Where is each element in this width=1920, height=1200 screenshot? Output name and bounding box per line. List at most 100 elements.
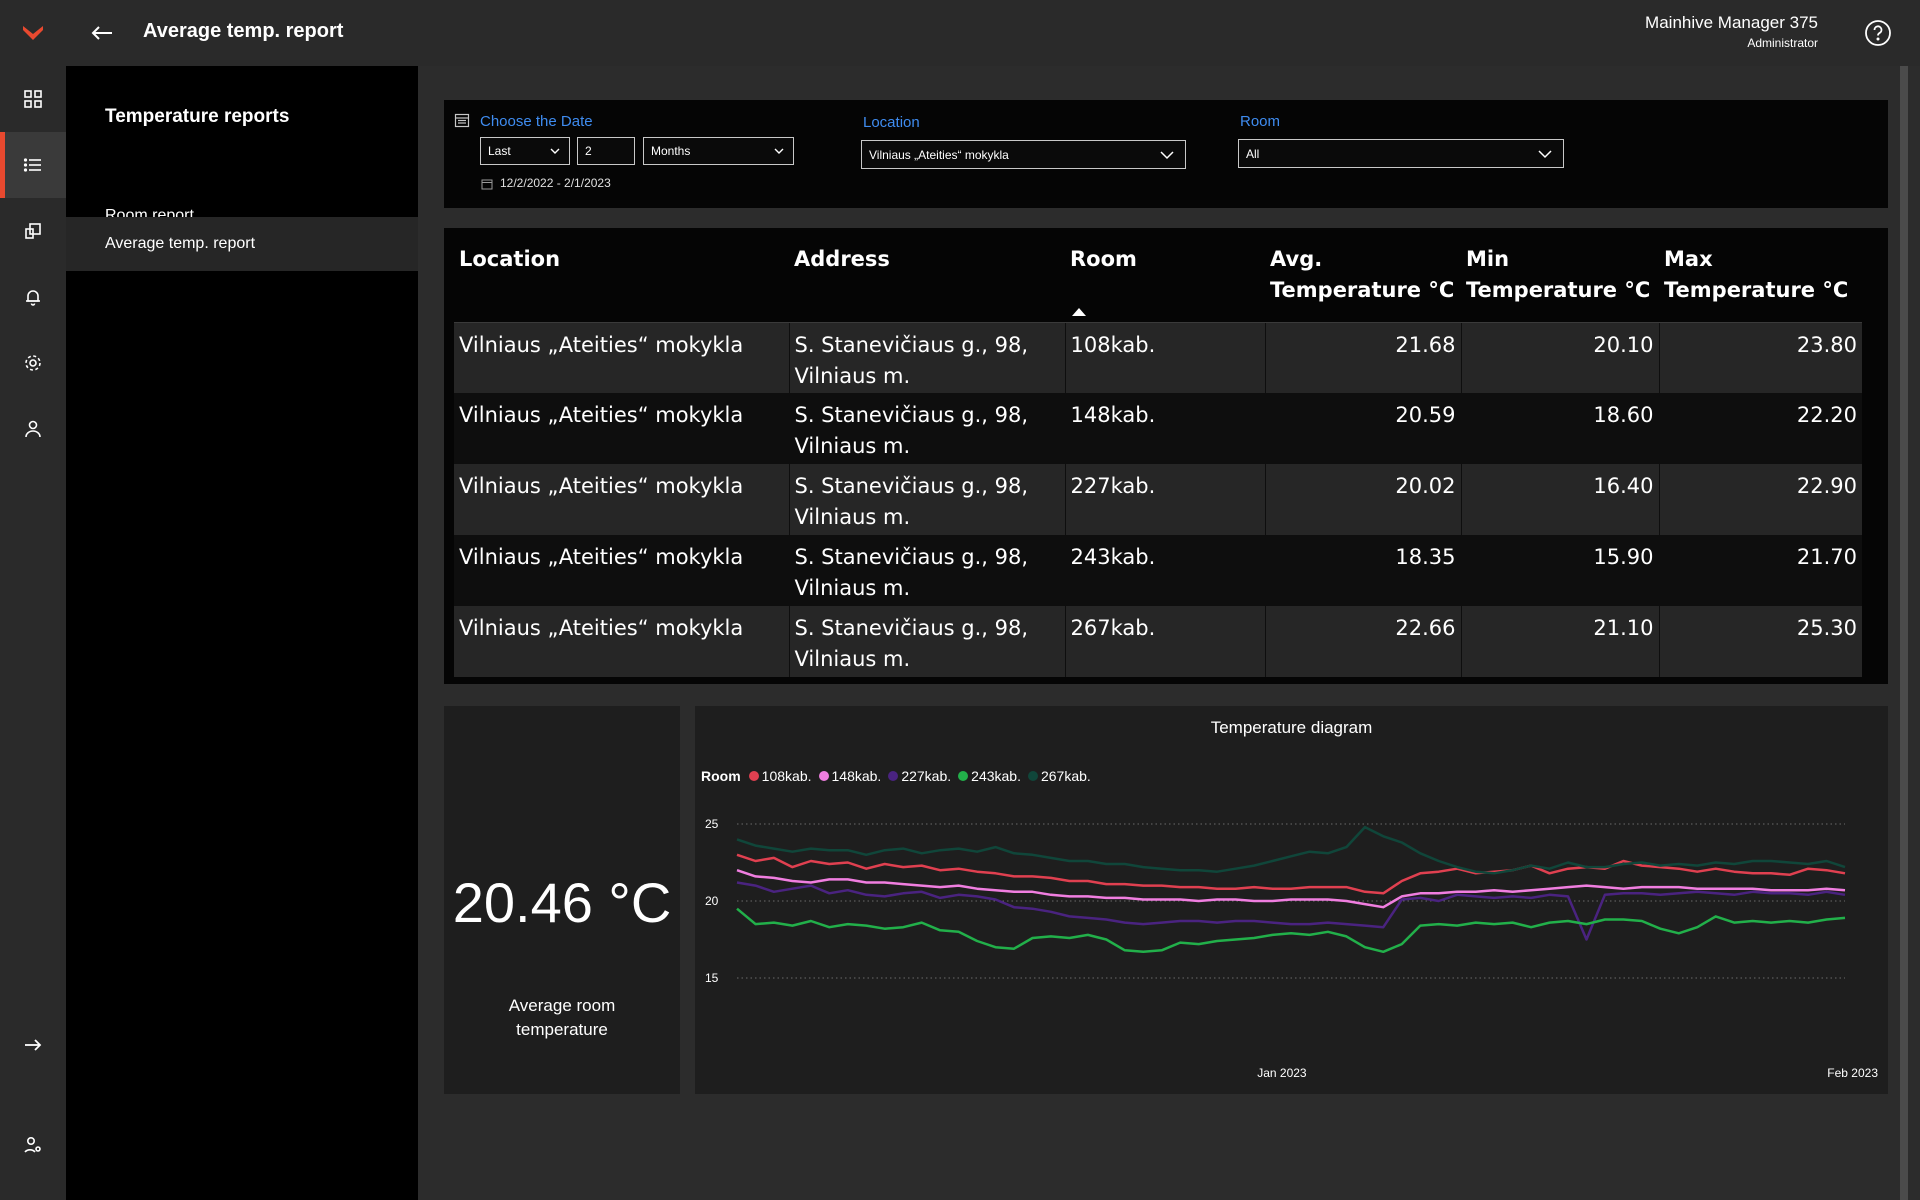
date-range-text: 12/2/2022 - 2/1/2023: [500, 176, 611, 190]
location-filter-label: Location: [863, 114, 920, 131]
cell-max-temp: 25.30: [1658, 606, 1862, 677]
legend-dot: [888, 771, 899, 781]
column-header-address[interactable]: Address: [789, 238, 1065, 323]
legend-dot: [958, 771, 969, 781]
column-header-location[interactable]: Location: [454, 238, 789, 323]
period-mode-select[interactable]: Last: [480, 137, 570, 165]
main-scrollbar[interactable]: [1900, 66, 1908, 1200]
cell-location: Vilniaus „Ateities“ mokykla: [454, 535, 789, 606]
y-tick-label: 25: [705, 817, 719, 831]
legend-label: 108kab.: [761, 768, 812, 784]
cell-room: 267kab.: [1064, 606, 1265, 677]
cell-location: Vilniaus „Ateities“ mokykla: [454, 464, 789, 535]
table-row[interactable]: Vilniaus „Ateities“ mokykla S. Staneviči…: [454, 535, 1862, 606]
date-range-icon: [481, 179, 493, 190]
dashboard-icon[interactable]: [0, 66, 66, 132]
period-unit-value: Months: [651, 144, 691, 158]
legend-item[interactable]: 148kab.: [818, 768, 881, 784]
top-bar: Average temp. report Mainhive Manager 37…: [66, 0, 1920, 66]
column-header-min-temp[interactable]: Min Temperature °C: [1461, 238, 1659, 323]
column-header-avg-temp[interactable]: Avg. Temperature °C: [1265, 238, 1461, 323]
cell-address: S. Stanevičiaus g., 98, Vilniaus m.: [788, 322, 1065, 393]
column-header-room-label: Room: [1070, 247, 1137, 271]
cell-avg-temp: 20.59: [1264, 393, 1461, 464]
cell-room: 148kab.: [1064, 393, 1265, 464]
y-tick-label: 15: [705, 971, 719, 985]
bell-icon[interactable]: [0, 264, 66, 330]
cell-max-temp: 23.80: [1658, 322, 1862, 393]
legend-label: 243kab.: [971, 768, 1021, 784]
period-count-value: 2: [585, 144, 592, 158]
period-mode-value: Last: [488, 144, 511, 158]
reports-list-icon[interactable]: [0, 132, 66, 198]
back-arrow-icon[interactable]: [86, 17, 118, 49]
cell-location: Vilniaus „Ateities“ mokykla: [454, 606, 789, 677]
table-row[interactable]: Vilniaus „Ateities“ mokykla S. Staneviči…: [454, 464, 1862, 535]
column-header-room[interactable]: Room: [1065, 238, 1265, 323]
room-select[interactable]: All: [1238, 139, 1564, 168]
cell-max-temp: 22.90: [1658, 464, 1862, 535]
sidebar-title: Temperature reports: [105, 106, 290, 127]
date-filter-label: Choose the Date: [480, 113, 593, 130]
location-select-value: Vilniaus „Ateities“ mokykla: [869, 147, 1009, 162]
legend-item[interactable]: 267kab.: [1027, 768, 1091, 784]
cell-address: S. Stanevičiaus g., 98, Vilniaus m.: [788, 393, 1065, 464]
cell-address: S. Stanevičiaus g., 98, Vilniaus m.: [788, 464, 1065, 535]
series-line-227kab[interactable]: [736, 881, 1846, 941]
period-unit-select[interactable]: Months: [643, 137, 794, 165]
cell-avg-temp: 21.68: [1264, 322, 1461, 393]
cell-avg-temp: 22.66: [1264, 606, 1461, 677]
y-tick-label: 20: [705, 894, 719, 908]
cell-room: 243kab.: [1064, 535, 1265, 606]
cell-room: 227kab.: [1064, 464, 1265, 535]
cell-max-temp: 22.20: [1658, 393, 1862, 464]
legend-title: Room: [701, 768, 741, 784]
table-row[interactable]: Vilniaus „Ateities“ mokykla S. Staneviči…: [454, 322, 1862, 393]
calendar-icon: [454, 113, 470, 128]
cell-location: Vilniaus „Ateities“ mokykla: [454, 322, 789, 393]
help-icon[interactable]: [1864, 19, 1892, 47]
sidebar-item-label: Average temp. report: [105, 235, 256, 252]
legend-dot: [748, 771, 759, 781]
legend-item[interactable]: 227kab.: [888, 768, 951, 784]
cell-avg-temp: 20.02: [1264, 464, 1461, 535]
chart-title: Temperature diagram: [1210, 718, 1373, 737]
chevron-down-icon: [1538, 150, 1552, 159]
expand-arrow-icon[interactable]: [0, 1012, 66, 1078]
reports-sidebar: Temperature reports Room report Average …: [66, 66, 418, 1200]
location-select[interactable]: Vilniaus „Ateities“ mokykla: [861, 140, 1186, 169]
user-icon[interactable]: [0, 396, 66, 462]
table-header-row: Location Address Room Avg. Temperature °…: [454, 238, 1862, 323]
table-row[interactable]: Vilniaus „Ateities“ mokykla S. Staneviči…: [454, 393, 1862, 464]
user-name[interactable]: Mainhive Manager 375: [1645, 13, 1818, 33]
period-count-input[interactable]: 2: [577, 137, 635, 165]
room-filter-label: Room: [1240, 113, 1281, 130]
cell-min-temp: 16.40: [1460, 464, 1659, 535]
cell-min-temp: 15.90: [1460, 535, 1659, 606]
legend-item[interactable]: 108kab.: [748, 768, 812, 784]
kpi-value: 20.46 °C: [452, 871, 672, 934]
kpi-label: Average room temperature: [508, 996, 616, 1039]
report-table: Location Address Room Avg. Temperature °…: [454, 238, 1862, 677]
legend-item[interactable]: 243kab.: [958, 768, 1021, 784]
legend-dot: [818, 771, 829, 781]
cell-min-temp: 18.60: [1460, 393, 1659, 464]
scrollbar-thumb[interactable]: [1900, 66, 1908, 1200]
cell-min-temp: 21.10: [1460, 606, 1659, 677]
sidebar-item-average-temp-report[interactable]: Average temp. report: [66, 217, 418, 271]
series-line-243kab[interactable]: [736, 907, 1846, 954]
legend-dot: [1027, 771, 1038, 781]
temperature-chart-card: 15 20 25 Jan 2023 Feb 2023 Temperature diagr…: [695, 706, 1888, 1094]
x-tick-label: Feb 2023: [1827, 1066, 1878, 1080]
chart-legend: Room 108kab. 148kab. 227kab. 243kab. 267…: [701, 768, 1098, 784]
devices-icon[interactable]: [0, 198, 66, 264]
logo-icon[interactable]: [0, 0, 66, 66]
table-row[interactable]: Vilniaus „Ateities“ mokykla S. Staneviči…: [454, 606, 1862, 677]
gear-icon[interactable]: [0, 330, 66, 396]
temperature-line-chart[interactable]: 15 20 25 Jan 2023 Feb 2023: [695, 706, 1888, 1094]
room-select-value: All: [1246, 146, 1260, 161]
chevron-down-icon: [1160, 151, 1174, 160]
user-settings-icon[interactable]: [0, 1112, 66, 1178]
average-temperature-card: 20.46 °C Average room temperature: [444, 706, 680, 1094]
column-header-max-temp[interactable]: Max Temperature °C: [1659, 238, 1862, 323]
